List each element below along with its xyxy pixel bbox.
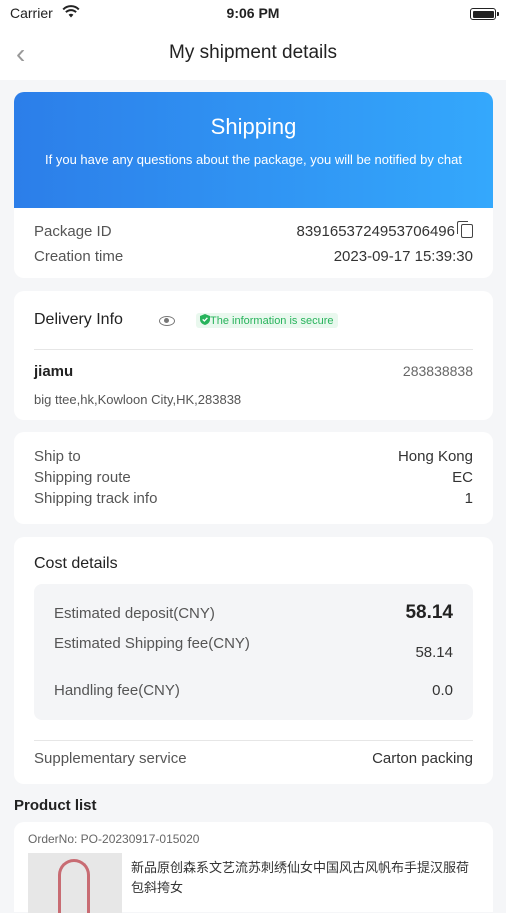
shipping-route-row: Shipping route EC: [34, 469, 473, 489]
secure-text: The information is secure: [210, 315, 334, 327]
product-thumbnail[interactable]: [28, 853, 122, 913]
shield-check-icon: [200, 314, 210, 325]
cost-details-title: Cost details: [34, 555, 118, 572]
battery-icon: [470, 8, 499, 20]
page-title: My shipment details: [169, 42, 337, 63]
supplementary-value: Carton packing: [372, 750, 473, 767]
shipment-status-note: If you have any questions about the pack…: [45, 152, 462, 167]
route-card: Ship to Hong Kong Shipping route EC Ship…: [14, 432, 493, 524]
shipping-route-label: Shipping route: [34, 469, 131, 486]
clock: 9:06 PM: [226, 5, 280, 21]
cost-details-card: Cost details Estimated deposit(CNY) 58.1…: [14, 537, 493, 784]
ship-to-value: Hong Kong: [397, 448, 473, 465]
track-info-row[interactable]: Shipping track info 1: [34, 490, 473, 510]
ship-to-row: Ship to Hong Kong: [34, 448, 473, 468]
recipient-name: jiamu: [34, 363, 74, 380]
deposit-value: 58.14: [405, 602, 453, 623]
recipient-address: big ttee,hk,Kowloon City,HK,283838: [34, 392, 242, 407]
secure-badge: The information is secure: [196, 313, 338, 328]
supplementary-service-row: Supplementary service Carton packing: [34, 750, 473, 770]
package-id-row: Package ID 8391653724953706496: [34, 221, 473, 243]
product-list-title: Product list: [14, 797, 97, 814]
creation-time-value: 2023-09-17 15:39:30: [333, 248, 473, 265]
delivery-info-title: Delivery Info: [34, 311, 123, 328]
delivery-info-card: Delivery Info The information is secure …: [14, 291, 493, 420]
track-info-value: 1: [464, 490, 473, 507]
recipient-phone: 283838838: [402, 363, 473, 379]
shipping-fee-label: Estimated Shipping fee(CNY): [54, 635, 250, 652]
shipping-route-value: EC: [452, 469, 473, 486]
supplementary-label: Supplementary service: [34, 750, 187, 767]
ship-to-label: Ship to: [34, 448, 81, 465]
divider: [34, 740, 473, 741]
handling-fee-label: Handling fee(CNY): [54, 682, 180, 699]
package-info-card: Package ID 8391653724953706496 Creation …: [14, 208, 493, 278]
creation-time-row: Creation time 2023-09-17 15:39:30: [34, 248, 473, 268]
product-card[interactable]: OrderNo: PO-20230917-015020 新品原创森系文艺流苏刺绣…: [14, 822, 493, 913]
deposit-label: Estimated deposit(CNY): [54, 605, 215, 622]
track-info-label: Shipping track info: [34, 490, 158, 507]
shipment-status: Shipping: [210, 114, 297, 139]
order-number: OrderNo: PO-20230917-015020: [28, 832, 200, 846]
handling-fee-value: 0.0: [432, 682, 453, 699]
bag-strap-graphic: [58, 859, 90, 913]
package-id-value: 8391653724953706496: [296, 223, 455, 240]
creation-time-label: Creation time: [34, 248, 124, 265]
cost-breakdown-box: Estimated deposit(CNY) 58.14 Estimated S…: [34, 584, 473, 720]
divider: [34, 349, 473, 350]
shipment-status-banner: Shipping If you have any questions about…: [14, 92, 493, 208]
eye-icon[interactable]: [159, 316, 175, 326]
package-id-value-wrap: 8391653724953706496: [296, 221, 473, 240]
package-id-label: Package ID: [34, 223, 112, 240]
copy-icon[interactable]: [457, 221, 473, 238]
status-bar: Carrier 9:06 PM: [0, 0, 506, 30]
shipping-fee-value: 58.14: [415, 644, 453, 661]
product-name: 新品原创森系文艺流苏刺绣仙女中国风古风帆布手提汉服荷包斜挎女: [131, 860, 470, 895]
nav-bar: ‹ My shipment details: [0, 30, 506, 80]
